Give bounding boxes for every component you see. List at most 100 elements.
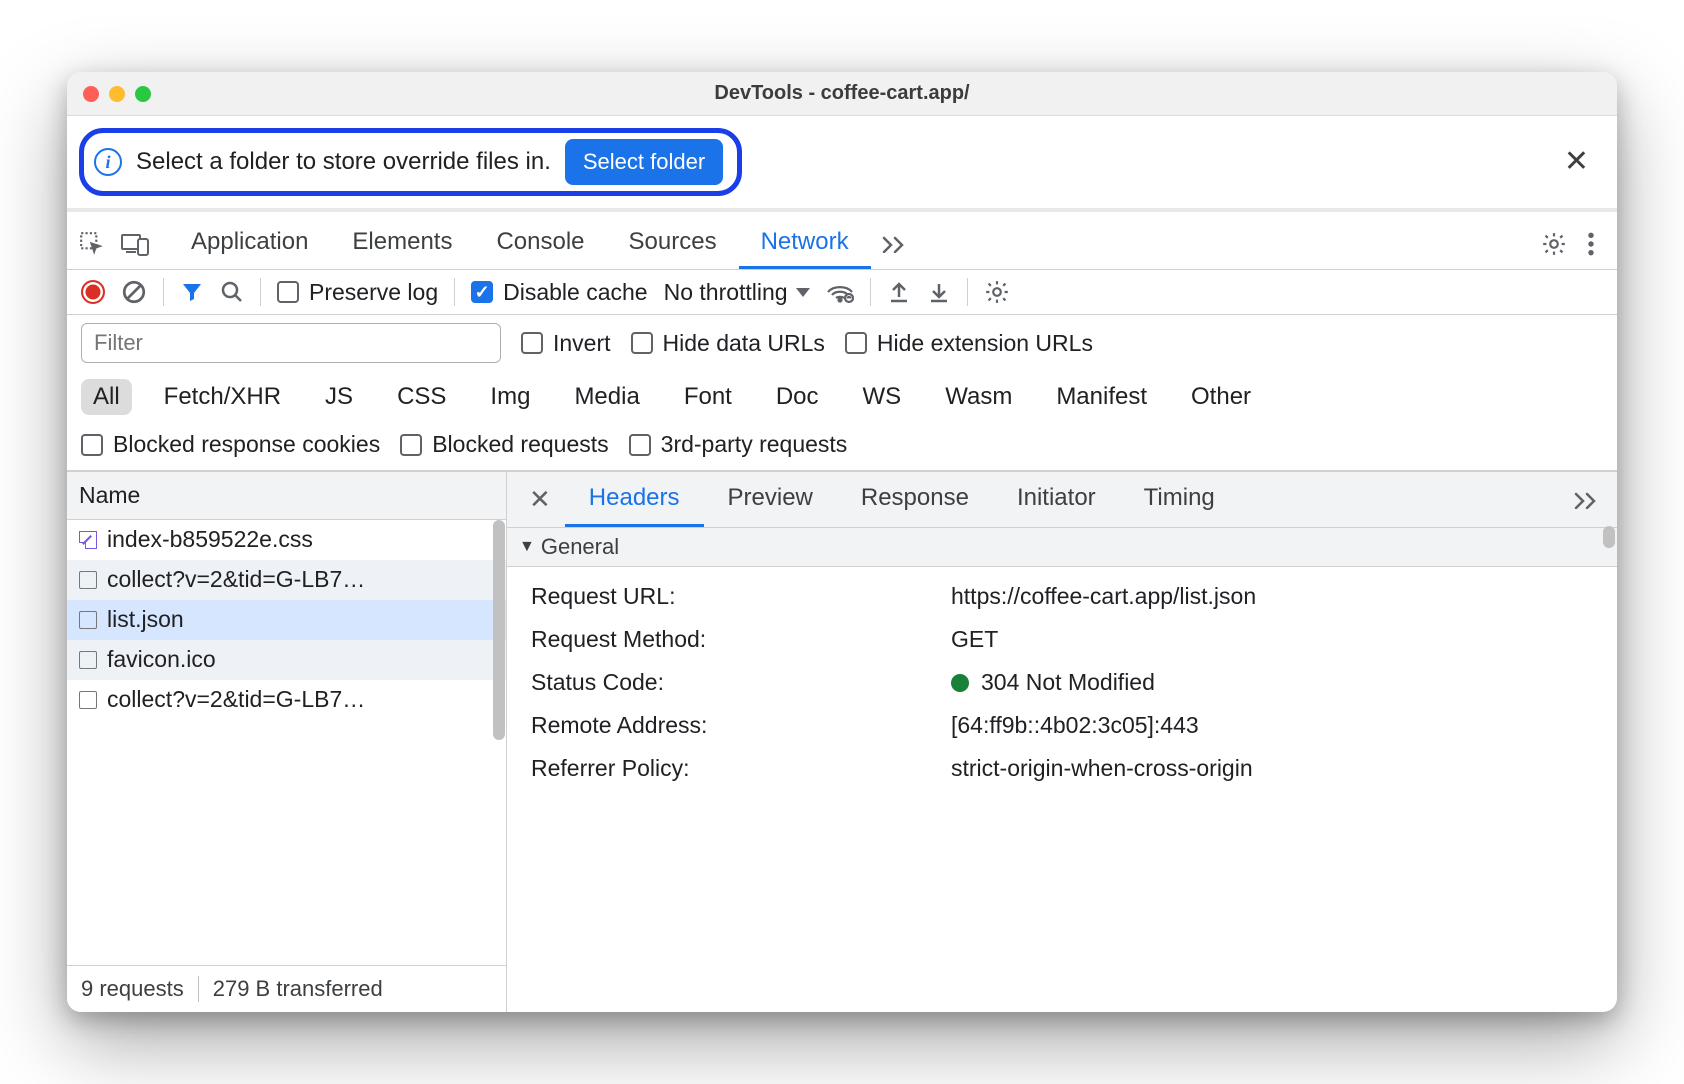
panel-tab-console[interactable]: Console (474, 218, 606, 269)
select-folder-button[interactable]: Select folder (565, 139, 723, 185)
panel-tab-elements[interactable]: Elements (330, 218, 474, 269)
header-key: Request Method: (531, 626, 951, 653)
type-filter-wasm[interactable]: Wasm (933, 379, 1024, 415)
document-icon (79, 691, 97, 709)
more-tabs-icon[interactable] (871, 227, 917, 261)
disclosure-triangle-icon: ▼ (519, 538, 535, 556)
inspect-element-icon[interactable] (79, 231, 105, 257)
type-filter-other[interactable]: Other (1179, 379, 1263, 415)
type-filter-doc[interactable]: Doc (764, 379, 831, 415)
network-settings-icon[interactable] (984, 279, 1010, 305)
device-toolbar-icon[interactable] (121, 231, 149, 257)
type-filter-img[interactable]: Img (478, 379, 542, 415)
header-row: Remote Address:[64:ff9b::4b02:3c05]:443 (531, 704, 1617, 747)
request-list: Name index-b859522e.css collect?v=2&tid=G… (67, 472, 507, 1012)
general-headers-table: Request URL:https://coffee-cart.app/list… (507, 567, 1617, 798)
hide-extension-urls-checkbox[interactable]: Hide extension URLs (845, 330, 1093, 357)
detail-tabs: ✕ HeadersPreviewResponseInitiatorTiming (507, 472, 1617, 528)
detail-tab-headers[interactable]: Headers (565, 472, 704, 527)
kebab-menu-icon[interactable] (1577, 223, 1605, 265)
type-filter-js[interactable]: JS (313, 379, 365, 415)
preserve-log-checkbox[interactable]: Preserve log (277, 279, 438, 306)
panel-tabs: ApplicationElementsConsoleSourcesNetwork (169, 218, 871, 269)
chevron-down-icon (796, 288, 810, 297)
hide-data-urls-checkbox[interactable]: Hide data URLs (631, 330, 825, 357)
detail-tab-response[interactable]: Response (837, 472, 993, 527)
request-row[interactable]: collect?v=2&tid=G-LB7… (67, 560, 506, 600)
header-row: Referrer Policy:strict-origin-when-cross… (531, 747, 1617, 790)
document-icon (79, 571, 97, 589)
header-key: Referrer Policy: (531, 755, 951, 782)
type-filter-css[interactable]: CSS (385, 379, 458, 415)
panel-tabstrip: ApplicationElementsConsoleSourcesNetwork (67, 212, 1617, 270)
request-list-header[interactable]: Name (67, 472, 506, 520)
header-key: Remote Address: (531, 712, 951, 739)
more-detail-tabs-icon[interactable] (1563, 483, 1609, 517)
network-conditions-icon[interactable] (826, 280, 854, 304)
blocked-cookies-checkbox[interactable]: Blocked response cookies (81, 431, 380, 458)
blocked-requests-checkbox[interactable]: Blocked requests (400, 431, 608, 458)
close-detail-button[interactable]: ✕ (515, 474, 565, 525)
detail-scrollbar-thumb[interactable] (1603, 526, 1615, 548)
stylesheet-icon (79, 531, 97, 549)
detail-tab-initiator[interactable]: Initiator (993, 472, 1120, 527)
filter-toggle-icon[interactable] (180, 280, 204, 304)
scrollbar-thumb[interactable] (493, 520, 505, 740)
document-icon (79, 611, 97, 629)
filter-input[interactable] (81, 323, 501, 363)
document-icon (79, 651, 97, 669)
header-value: GET (951, 626, 1617, 653)
header-value: 304 Not Modified (951, 669, 1617, 696)
third-party-checkbox[interactable]: 3rd-party requests (629, 431, 848, 458)
detail-tab-preview[interactable]: Preview (704, 472, 837, 527)
extra-filters-row: Blocked response cookies Blocked request… (67, 423, 1617, 471)
close-infobar-button[interactable]: ✕ (1560, 143, 1593, 181)
close-window-button[interactable] (83, 86, 99, 102)
panel-tab-application[interactable]: Application (169, 218, 330, 269)
request-list-body: index-b859522e.css collect?v=2&tid=G-LB7…… (67, 520, 506, 965)
upload-har-icon[interactable] (887, 280, 911, 304)
filter-row: Invert Hide data URLs Hide extension URL… (67, 315, 1617, 371)
request-name: index-b859522e.css (107, 526, 313, 553)
request-row[interactable]: collect?v=2&tid=G-LB7… (67, 680, 506, 720)
request-name: list.json (107, 606, 184, 633)
titlebar: DevTools - coffee-cart.app/ (67, 72, 1617, 116)
type-filter-media[interactable]: Media (562, 379, 651, 415)
devtools-window: DevTools - coffee-cart.app/ i Select a f… (67, 72, 1617, 1012)
request-row[interactable]: index-b859522e.css (67, 520, 506, 560)
request-row[interactable]: list.json (67, 600, 506, 640)
infobar-message: Select a folder to store override files … (136, 148, 551, 176)
network-toolbar: Preserve log Disable cache No throttling (67, 270, 1617, 315)
clear-button[interactable] (121, 279, 147, 305)
panel-tab-network[interactable]: Network (739, 218, 871, 269)
zoom-window-button[interactable] (135, 86, 151, 102)
request-row[interactable]: favicon.ico (67, 640, 506, 680)
type-filter-all[interactable]: All (81, 379, 132, 415)
type-filter-ws[interactable]: WS (851, 379, 914, 415)
record-button[interactable] (81, 280, 105, 304)
type-filter-fetch-xhr[interactable]: Fetch/XHR (152, 379, 293, 415)
request-summary: 9 requests 279 B transferred (67, 965, 506, 1012)
header-value: [64:ff9b::4b02:3c05]:443 (951, 712, 1617, 739)
type-filter-manifest[interactable]: Manifest (1044, 379, 1159, 415)
request-detail-pane: ✕ HeadersPreviewResponseInitiatorTiming … (507, 472, 1617, 1012)
window-title: DevTools - coffee-cart.app/ (67, 82, 1617, 105)
disable-cache-checkbox[interactable]: Disable cache (471, 279, 647, 306)
invert-checkbox[interactable]: Invert (521, 330, 611, 357)
minimize-window-button[interactable] (109, 86, 125, 102)
request-name: collect?v=2&tid=G-LB7… (107, 566, 365, 593)
general-section-header[interactable]: ▼ General (507, 528, 1617, 567)
header-row: Status Code:304 Not Modified (531, 661, 1617, 704)
type-filter-font[interactable]: Font (672, 379, 744, 415)
throttling-dropdown[interactable]: No throttling (664, 279, 810, 306)
request-name: favicon.ico (107, 646, 216, 673)
header-key: Request URL: (531, 583, 951, 610)
panel-tab-sources[interactable]: Sources (607, 218, 739, 269)
settings-icon[interactable] (1531, 223, 1577, 265)
header-row: Request URL:https://coffee-cart.app/list… (531, 575, 1617, 618)
header-value: https://coffee-cart.app/list.json (951, 583, 1617, 610)
override-infobar: i Select a folder to store override file… (67, 116, 1617, 212)
detail-tab-timing[interactable]: Timing (1120, 472, 1239, 527)
download-har-icon[interactable] (927, 280, 951, 304)
search-icon[interactable] (220, 280, 244, 304)
